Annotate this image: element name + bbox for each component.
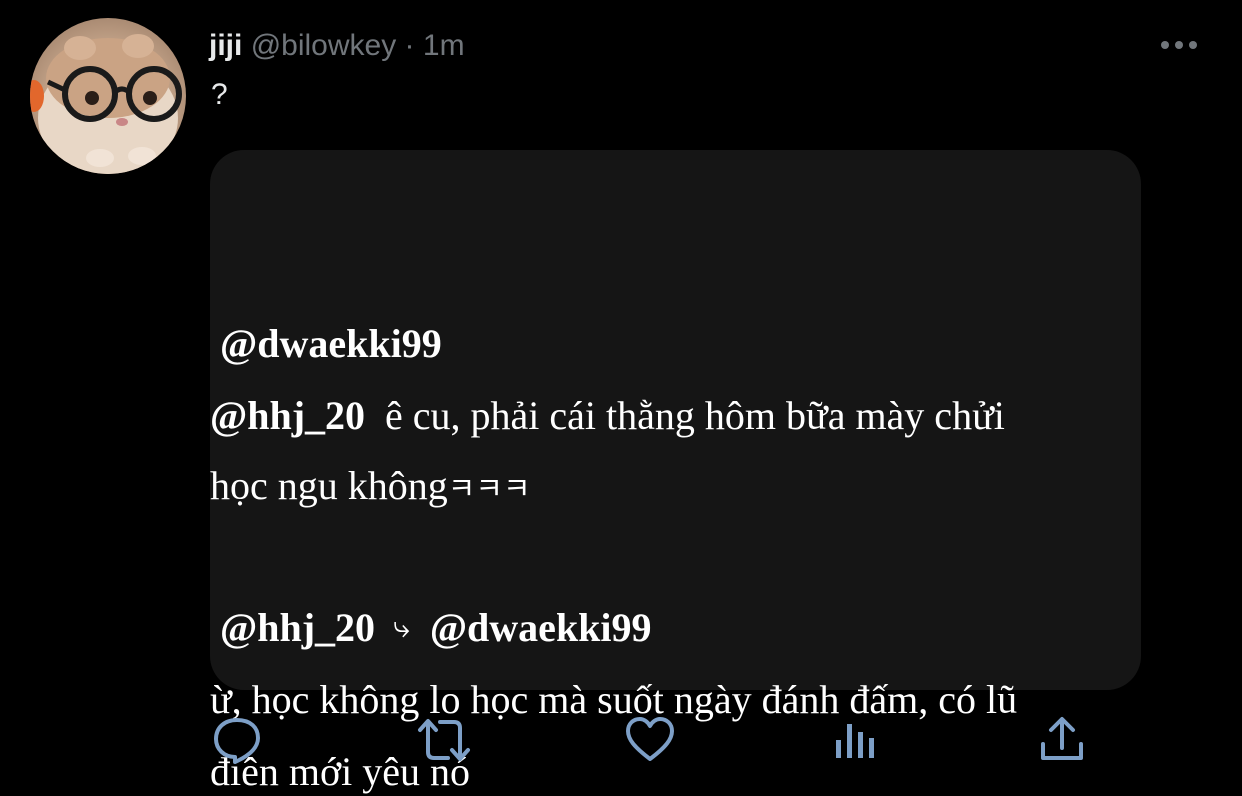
attached-image-card[interactable]: @dwaekki99 @hhj_20 ê cu, phải cái thằng …	[210, 150, 1141, 794]
display-name[interactable]: jiji	[209, 29, 242, 62]
message-text: ê cu, phải cái thằng hôm bữa mày chửi	[385, 393, 1005, 438]
quote-message-2-line-1: ừ, học không lo học mà suốt ngày đánh đấ…	[210, 676, 1017, 724]
quote-message-1-line-2: học ngu khôngㅋㅋㅋ	[210, 462, 531, 514]
author-handle: @hhj_20	[220, 605, 376, 650]
heart-icon	[626, 717, 674, 761]
hamster-with-glasses-avatar-image	[30, 34, 182, 174]
like-button[interactable]	[624, 714, 676, 766]
author-handle: @dwaekki99	[220, 321, 442, 366]
analytics-button[interactable]	[833, 714, 885, 766]
reply-arrow-icon: ⤷	[393, 610, 410, 645]
reply-to-handle: @dwaekki99	[429, 605, 652, 650]
reply-button[interactable]	[211, 714, 263, 766]
quote-author-1: @dwaekki99	[220, 320, 442, 368]
retweet-button[interactable]	[416, 714, 470, 766]
tweet-text: ?	[211, 78, 228, 111]
share-button[interactable]	[1036, 714, 1088, 766]
laugh-text: ㅋㅋㅋ	[447, 472, 531, 507]
message-text: học ngu không	[210, 463, 448, 508]
bar-chart-icon	[836, 724, 874, 758]
separator-dot: ·	[404, 29, 415, 62]
more-horizontal-icon	[1161, 41, 1197, 49]
mention: @hhj_20	[210, 393, 366, 438]
share-upload-icon	[1041, 717, 1083, 760]
more-options-button[interactable]	[1158, 36, 1200, 54]
tweet-header: jiji @bilowkey · 1m	[209, 26, 465, 66]
quote-message-1-line-1: @hhj_20 ê cu, phải cái thằng hôm bữa mày…	[210, 392, 1005, 440]
message-text: ừ, học không lo học mà suốt ngày đánh đấ…	[210, 677, 1018, 722]
quote-author-2: @hhj_20 ⤷ @dwaekki99	[220, 604, 652, 652]
retweet-icon	[418, 719, 470, 761]
comment-bubble-icon	[214, 718, 260, 764]
avatar[interactable]	[30, 18, 186, 174]
user-handle[interactable]: @bilowkey	[251, 29, 397, 62]
timestamp[interactable]: 1m	[423, 29, 465, 62]
